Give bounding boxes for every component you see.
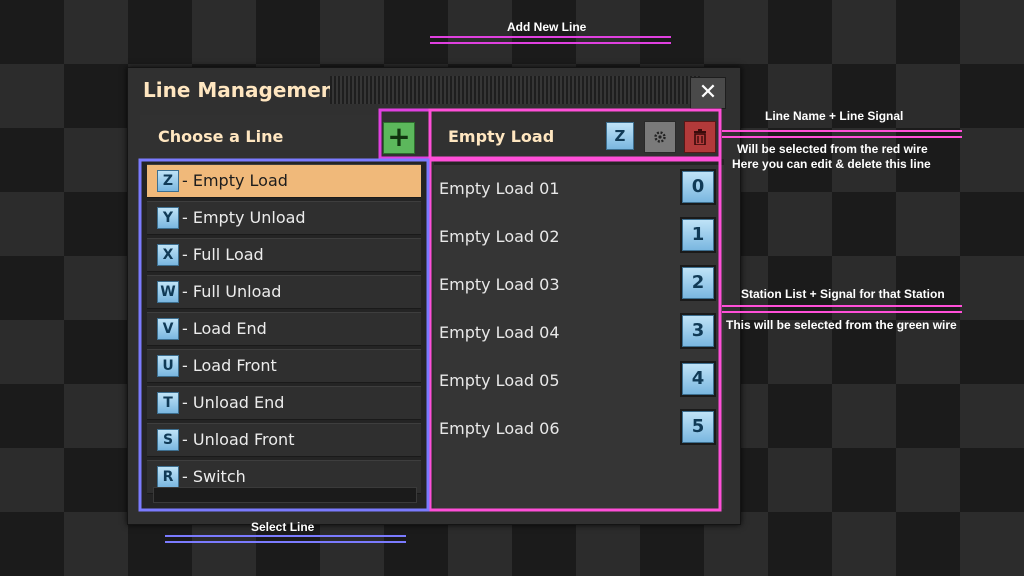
line-label: - Load Front — [182, 356, 277, 375]
line-list-item[interactable]: W- Full Unload — [147, 275, 421, 309]
line-detail-panel: Empty Load Z Empty Load 01 0 Empty Load … — [434, 115, 724, 509]
horizontal-scrollbar[interactable] — [153, 487, 417, 503]
line-label: - Unload End — [182, 393, 285, 412]
line-chooser-panel: Choose a Line + Z- Empty Load Y - Empty Un… — [140, 115, 430, 509]
signal-icon: Z — [157, 170, 179, 192]
edit-line-button[interactable] — [644, 121, 676, 153]
line-detail-header: Empty Load Z — [434, 115, 724, 159]
station-row: Empty Load 03 2 — [434, 261, 724, 309]
annotation-red-wire: Will be selected from the red wire — [737, 142, 928, 156]
station-row: Empty Load 01 0 — [434, 165, 724, 213]
dialog-title: Line Management — [143, 78, 345, 102]
station-label: Empty Load 04 — [439, 323, 560, 342]
close-icon: ✕ — [698, 80, 718, 105]
station-label: Empty Load 03 — [439, 275, 560, 294]
annotation-edit-delete: Here you can edit & delete this line — [732, 157, 931, 171]
line-label: - Empty Load — [182, 171, 288, 190]
line-chooser-header: Choose a Line + — [140, 115, 430, 159]
line-chooser-title: Choose a Line — [158, 127, 284, 146]
line-name: Empty Load — [448, 127, 555, 146]
annotation-add-new-line: Add New Line — [507, 20, 587, 34]
line-list: Z- Empty Load Y - Empty Unload X - Full Load… — [147, 164, 421, 497]
line-label: - Empty Unload — [182, 208, 306, 227]
station-label: Empty Load 02 — [439, 227, 560, 246]
annotation-underline — [722, 130, 962, 132]
line-label: - Load End — [182, 319, 267, 338]
signal-icon: Y — [157, 207, 179, 229]
station-label: Empty Load 06 — [439, 419, 560, 438]
signal-icon: X — [157, 244, 179, 266]
station-signal-button[interactable]: 3 — [682, 315, 714, 347]
station-signal-button[interactable]: 2 — [682, 267, 714, 299]
line-label: - Full Load — [182, 245, 264, 264]
signal-icon: W — [157, 281, 179, 303]
line-list-item[interactable]: Y- Empty Unload — [147, 201, 421, 235]
line-management-dialog: Line Management ✕ Choose a Line + Z- Emp… — [127, 67, 741, 525]
station-label: Empty Load 05 — [439, 371, 560, 390]
signal-icon: R — [157, 466, 179, 488]
station-row: Empty Load 06 5 — [434, 405, 724, 453]
line-label: - Switch — [182, 467, 246, 486]
station-signal-button[interactable]: 4 — [682, 363, 714, 395]
line-label: - Full Unload — [182, 282, 282, 301]
annotation-underline — [430, 36, 671, 38]
line-list-item[interactable]: S- Unload Front — [147, 423, 421, 457]
close-button[interactable]: ✕ — [690, 77, 726, 109]
station-signal-button[interactable]: 1 — [682, 219, 714, 251]
signal-icon: S — [157, 429, 179, 451]
gear-icon — [652, 130, 668, 149]
station-signal-button[interactable]: 5 — [682, 411, 714, 443]
plus-icon: + — [387, 120, 411, 153]
station-row: Empty Load 04 3 — [434, 309, 724, 357]
signal-icon: U — [157, 355, 179, 377]
add-line-button[interactable]: + — [383, 122, 415, 154]
line-list-item[interactable]: T- Unload End — [147, 386, 421, 420]
annotation-line-name-signal: Line Name + Line Signal — [765, 109, 904, 123]
delete-line-button[interactable] — [684, 121, 716, 153]
drag-handle[interactable] — [330, 76, 700, 104]
annotation-select-line: Select Line — [251, 520, 315, 534]
annotation-station-list: Station List + Signal for that Station — [741, 287, 945, 301]
station-row: Empty Load 02 1 — [434, 213, 724, 261]
station-list: Empty Load 01 0 Empty Load 02 1 Empty Load 0… — [434, 165, 724, 509]
annotation-underline — [722, 305, 962, 307]
line-list-item[interactable]: V- Load End — [147, 312, 421, 346]
station-signal-button[interactable]: 0 — [682, 171, 714, 203]
trash-icon — [693, 129, 707, 149]
annotation-underline — [165, 535, 406, 537]
annotation-underline — [722, 136, 962, 138]
signal-icon: T — [157, 392, 179, 414]
station-label: Empty Load 01 — [439, 179, 560, 198]
signal-icon: V — [157, 318, 179, 340]
annotation-green-wire: This will be selected from the green wir… — [726, 318, 957, 332]
line-signal-button[interactable]: Z — [606, 122, 634, 150]
line-list-item[interactable]: X- Full Load — [147, 238, 421, 272]
annotation-underline — [430, 42, 671, 44]
line-label: - Unload Front — [182, 430, 295, 449]
line-list-item[interactable]: Z- Empty Load — [147, 164, 421, 198]
annotation-underline — [722, 311, 962, 313]
station-row: Empty Load 05 4 — [434, 357, 724, 405]
line-list-item[interactable]: U- Load Front — [147, 349, 421, 383]
annotation-underline — [165, 541, 406, 543]
